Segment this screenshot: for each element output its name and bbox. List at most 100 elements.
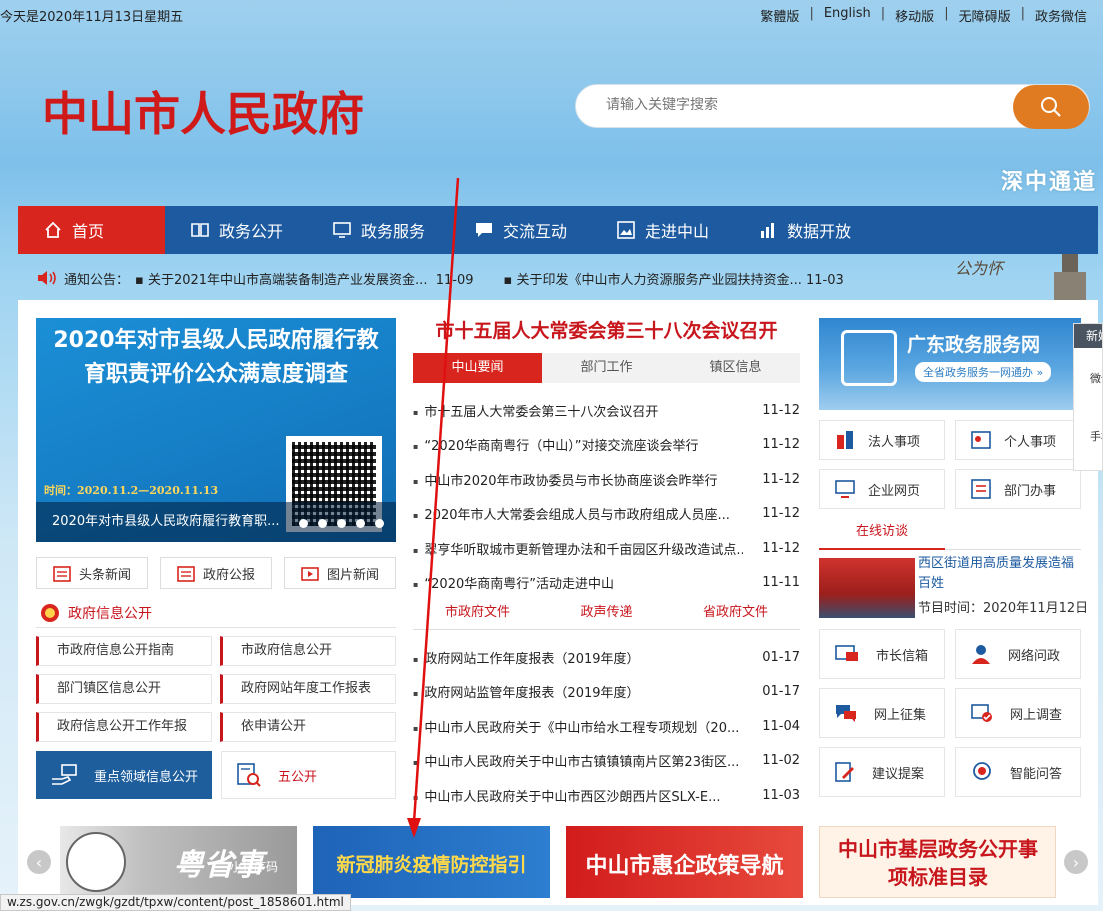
gd-service-banner[interactable]: 广东政务服务网 全省政务服务一网通办 »	[819, 318, 1081, 410]
nav-label: 政务服务	[361, 222, 426, 241]
date-text: 今天是2020年11月13日星期五	[0, 10, 184, 25]
tab-department-work[interactable]: 部门工作	[542, 353, 671, 383]
tv-icon	[301, 567, 319, 581]
enterprise-card[interactable]: 企业网页	[819, 469, 945, 509]
carousel-dot[interactable]	[337, 519, 346, 528]
speaker-icon	[38, 271, 56, 285]
carousel-dot[interactable]	[356, 519, 365, 528]
site-logo[interactable]: 中山市人民政府	[40, 72, 420, 164]
notice-item[interactable]: ▪ 关于印发《中山市人力资源服务产业园扶持资金... 11-03	[504, 269, 844, 288]
feature-title: 2020年对市县级人民政府履行教育职责评价公众满意度调查	[53, 328, 379, 387]
home-icon	[45, 221, 61, 238]
online-survey-card[interactable]: 网上调查	[955, 688, 1081, 738]
search-input[interactable]	[606, 97, 986, 113]
interview-title[interactable]: 西区街道用高质量发展造福百姓	[918, 554, 1083, 594]
headline-title[interactable]: 市十五届人大常委会第三十八次会议召开	[413, 316, 800, 343]
nav-interaction[interactable]: 交流互动	[449, 206, 591, 254]
search-button[interactable]	[1013, 85, 1089, 129]
proposal-card[interactable]: 建议提案	[819, 747, 945, 797]
interview-thumbnail[interactable]	[819, 558, 915, 618]
news-item[interactable]: 市十五届人大常委会第三十八次会议召开11-12	[413, 393, 800, 428]
link-mobile[interactable]: 移动版	[895, 6, 934, 25]
file-item[interactable]: 中山市人民政府关于中山市西区沙朗西片区SLX-E...11-03	[413, 778, 800, 813]
tab-zhongshan-news[interactable]: 中山要闻	[413, 353, 542, 383]
id-card-icon	[971, 431, 991, 449]
link-accessible[interactable]: 无障碍版	[959, 6, 1011, 25]
photo-news-button[interactable]: 图片新闻	[284, 557, 396, 589]
info-link[interactable]: 市政府信息公开指南	[36, 636, 212, 666]
building-icon	[837, 431, 853, 449]
info-link[interactable]: 部门镇区信息公开	[36, 674, 212, 704]
info-link[interactable]: 政府信息公开工作年报	[36, 712, 212, 742]
link-wechat[interactable]: 政务微信	[1035, 6, 1087, 25]
nav-gov-service[interactable]: 政务服务	[307, 206, 449, 254]
emblem-icon	[41, 604, 59, 622]
yueshengshi-banner[interactable]: 粤省事 小程序码	[60, 826, 297, 898]
nav-label: 首页	[72, 222, 105, 241]
gov-gazette-button[interactable]: 政府公报	[160, 557, 272, 589]
carousel-dot[interactable]	[318, 519, 327, 528]
file-item[interactable]: 政府网站工作年度报表（2019年度）01-17	[413, 640, 800, 675]
nav-open-data[interactable]: 数据开放	[733, 206, 875, 254]
news-item[interactable]: 翠亨华听取城市更新管理办法和千亩园区升级改造试点...11-12	[413, 531, 800, 566]
carousel-dot[interactable]	[375, 519, 384, 528]
monitor-icon	[333, 222, 351, 238]
mobile-item[interactable]: 手机	[1074, 428, 1102, 444]
enterprise-policy-banner[interactable]: 中山市惠企政策导航	[566, 826, 803, 898]
service-cards: 法人事项 个人事项 企业网页 部门办事	[819, 420, 1081, 509]
info-link[interactable]: 依申请公开	[220, 712, 396, 742]
tab-online-interview[interactable]: 在线访谈	[819, 520, 945, 550]
file-item[interactable]: 中山市人民政府关于中山市古镇镇镇南片区第23街区...11-02	[413, 744, 800, 779]
nav-about[interactable]: 走进中山	[591, 206, 733, 254]
notice-item[interactable]: ▪ 关于2021年中山市高端装备制造产业发展资金... 11-09	[135, 269, 473, 288]
hand-icon	[52, 764, 77, 785]
mayor-mailbox-card[interactable]: 市长信箱	[819, 629, 945, 679]
new-media-widget[interactable]: 新媒体 微信 手机	[1073, 323, 1103, 471]
nav-label: 政务公开	[219, 222, 284, 241]
next-arrow-icon[interactable]: ›	[1064, 850, 1088, 874]
online-collection-card[interactable]: 网上征集	[819, 688, 945, 738]
tab-town-info[interactable]: 镇区信息	[671, 353, 800, 383]
info-public-title[interactable]: 政府信息公开	[40, 603, 152, 623]
mail-screen-icon	[835, 645, 858, 661]
wechat-item[interactable]: 微信	[1074, 370, 1102, 386]
main-nav: 首页 政务公开 政务服务 交流互动 走进中山 数据开放	[18, 206, 1098, 254]
feature-time: 时间：2020.11.2—2020.11.13	[44, 484, 219, 497]
personal-card[interactable]: 个人事项	[955, 420, 1081, 460]
feature-carousel[interactable]: 2020年对市县级人民政府履行教育职责评价公众满意度调查 时间：2020.11.…	[36, 318, 396, 542]
news-item[interactable]: 中山市2020年市政协委员与市长协商座谈会昨举行11-12	[413, 462, 800, 497]
online-inquiry-card[interactable]: 网络问政	[955, 629, 1081, 679]
file-item[interactable]: 中山市人民政府关于《中山市给水工程专项规划（20...11-04	[413, 709, 800, 744]
nav-home[interactable]: 首页	[18, 206, 165, 254]
tab-voice[interactable]: 政声传递	[542, 600, 671, 629]
smart-qa-card[interactable]: 智能问答	[955, 747, 1081, 797]
form-icon	[971, 479, 991, 499]
news-item[interactable]: “2020华商南粤行”活动走进中山11-11	[413, 566, 800, 601]
covid-guide-banner[interactable]: 新冠肺炎疫情防控指引	[313, 826, 550, 898]
link-traditional[interactable]: 繁體版	[760, 6, 799, 25]
search-box	[575, 84, 1090, 129]
divider	[945, 549, 1081, 550]
chart-icon	[761, 223, 775, 238]
five-public-button[interactable]: 五公开	[221, 751, 396, 799]
nav-gov-public[interactable]: 政务公开	[165, 206, 307, 254]
status-bar-url: w.zs.gov.cn/zwgk/gzdt/tpxw/content/post_…	[0, 894, 351, 911]
headline-news-button[interactable]: 头条新闻	[36, 557, 148, 589]
tab-province-files[interactable]: 省政府文件	[671, 600, 800, 629]
legal-person-card[interactable]: 法人事项	[819, 420, 945, 460]
file-item[interactable]: 政府网站监管年度报表（2019年度）01-17	[413, 675, 800, 710]
calendar-icon	[177, 566, 195, 582]
key-area-info-button[interactable]: 重点领域信息公开	[36, 751, 212, 799]
tab-city-files[interactable]: 市政府文件	[413, 600, 542, 629]
carousel-dots	[299, 519, 384, 528]
prev-arrow-icon[interactable]: ‹	[27, 850, 51, 874]
grassroots-catalog-banner[interactable]: 中山市基层政务公开事项标准目录	[819, 826, 1056, 898]
news-item[interactable]: 2020年市人大常委会组成人员与市政府组成人员座...11-12	[413, 497, 800, 532]
carousel-dot[interactable]	[299, 519, 308, 528]
user-icon	[972, 645, 990, 664]
info-link[interactable]: 市政府信息公开	[220, 636, 396, 666]
link-english[interactable]: English	[824, 6, 871, 25]
info-link[interactable]: 政府网站年度工作报表	[220, 674, 396, 704]
department-card[interactable]: 部门办事	[955, 469, 1081, 509]
news-item[interactable]: “2020华商南粤行（中山）”对接交流座谈会举行11-12	[413, 428, 800, 463]
